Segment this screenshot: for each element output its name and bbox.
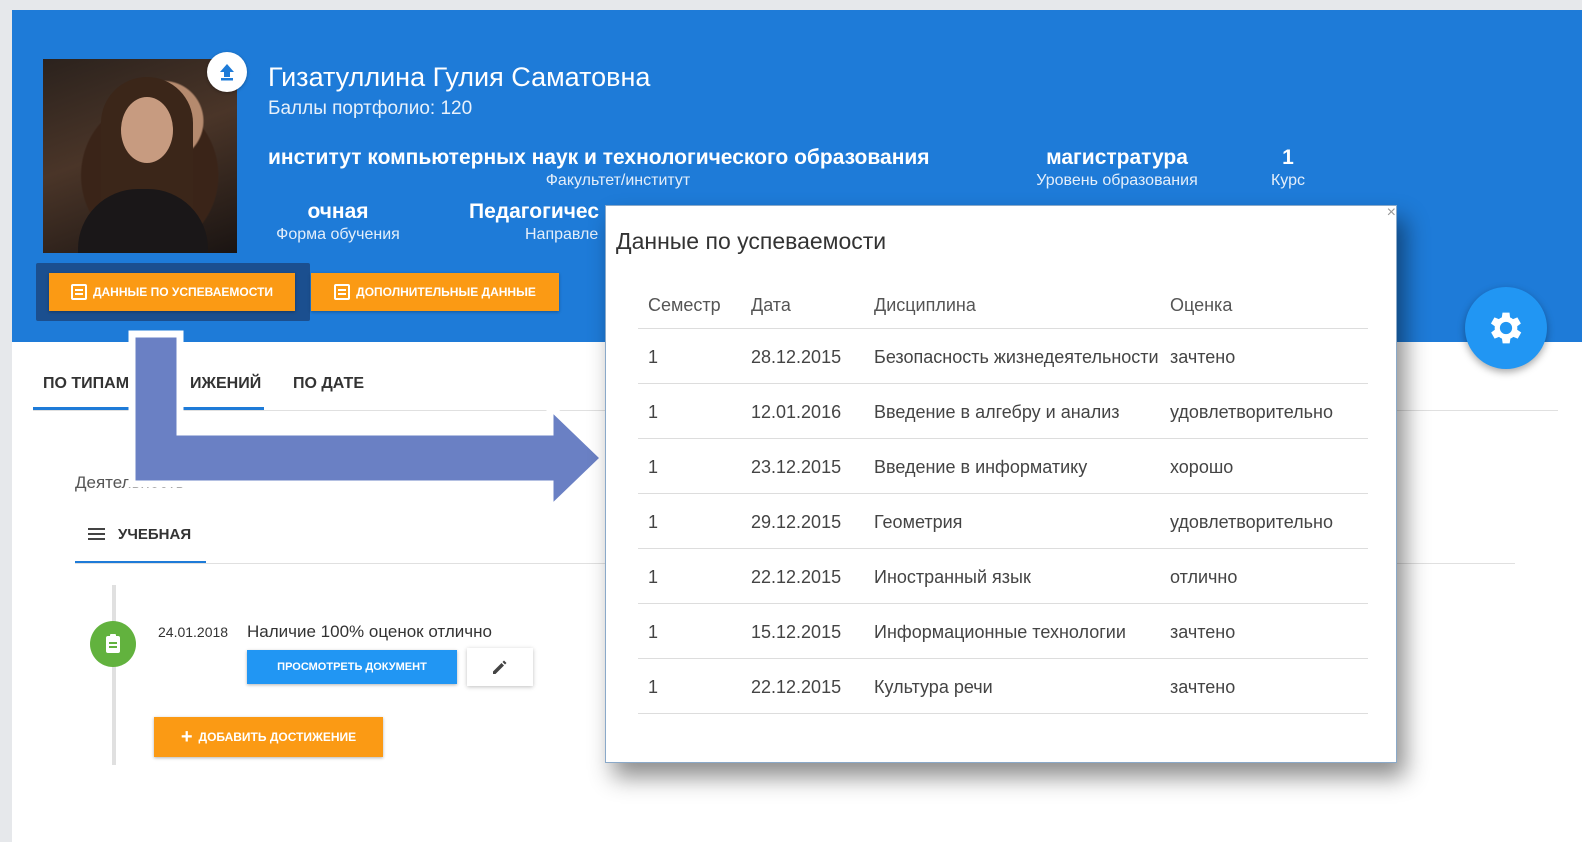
cell-semester: 1 [638, 658, 741, 714]
cell-discipline: Безопасность жизнедеятельности [864, 328, 1160, 384]
column-header-grade: Оценка [1160, 282, 1368, 329]
cell-discipline: Культура речи [864, 658, 1160, 714]
table-header-row: Семестр Дата Дисциплина Оценка [638, 282, 1368, 329]
cell-semester: 1 [638, 493, 741, 549]
cell-grade: отлично [1160, 548, 1368, 604]
table-row: 1 15.12.2015 Информационные технологии з… [638, 603, 1368, 659]
cell-date: 22.12.2015 [741, 548, 864, 604]
cell-date: 23.12.2015 [741, 438, 864, 494]
column-header-discipline: Дисциплина [864, 282, 1160, 329]
portfolio-page: Гизатуллина Гулия Саматовна Баллы портфо… [12, 10, 1582, 842]
cell-semester: 1 [638, 383, 741, 439]
cell-grade: хорошо [1160, 438, 1368, 494]
cell-semester: 1 [638, 328, 741, 384]
grades-table: Семестр Дата Дисциплина Оценка 1 28.12.2… [638, 282, 1368, 714]
table-row: 1 12.01.2016 Введение в алгебру и анализ… [638, 383, 1368, 439]
cell-grade: удовлетворительно [1160, 493, 1368, 549]
cell-semester: 1 [638, 603, 741, 659]
column-header-date: Дата [741, 282, 864, 329]
table-row: 1 22.12.2015 Иностранный язык отлично [638, 548, 1368, 604]
cell-discipline: Введение в алгебру и анализ [864, 383, 1160, 439]
cell-grade: зачтено [1160, 603, 1368, 659]
cell-date: 28.12.2015 [741, 328, 864, 384]
cell-date: 22.12.2015 [741, 658, 864, 714]
cell-discipline: Введение в информатику [864, 438, 1160, 494]
modal-title: Данные по успеваемости [616, 228, 887, 254]
modal-close-button[interactable]: × [1387, 204, 1396, 222]
cell-semester: 1 [638, 438, 741, 494]
cell-date: 29.12.2015 [741, 493, 864, 549]
table-row: 1 23.12.2015 Введение в информатику хоро… [638, 438, 1368, 494]
column-header-semester: Семестр [638, 282, 741, 329]
grades-modal: Данные по успеваемости × Семестр Дата Ди… [605, 204, 1397, 763]
table-row: 1 29.12.2015 Геометрия удовлетворительно [638, 493, 1368, 549]
cell-discipline: Иностранный язык [864, 548, 1160, 604]
cell-discipline: Геометрия [864, 493, 1160, 549]
cell-grade: зачтено [1160, 658, 1368, 714]
cell-discipline: Информационные технологии [864, 603, 1160, 659]
cell-date: 12.01.2016 [741, 383, 864, 439]
cell-grade: зачтено [1160, 328, 1368, 384]
cell-semester: 1 [638, 548, 741, 604]
cell-date: 15.12.2015 [741, 603, 864, 659]
cell-grade: удовлетворительно [1160, 383, 1368, 439]
table-row: 1 22.12.2015 Культура речи зачтено [638, 658, 1368, 714]
table-row: 1 28.12.2015 Безопасность жизнедеятельно… [638, 328, 1368, 384]
